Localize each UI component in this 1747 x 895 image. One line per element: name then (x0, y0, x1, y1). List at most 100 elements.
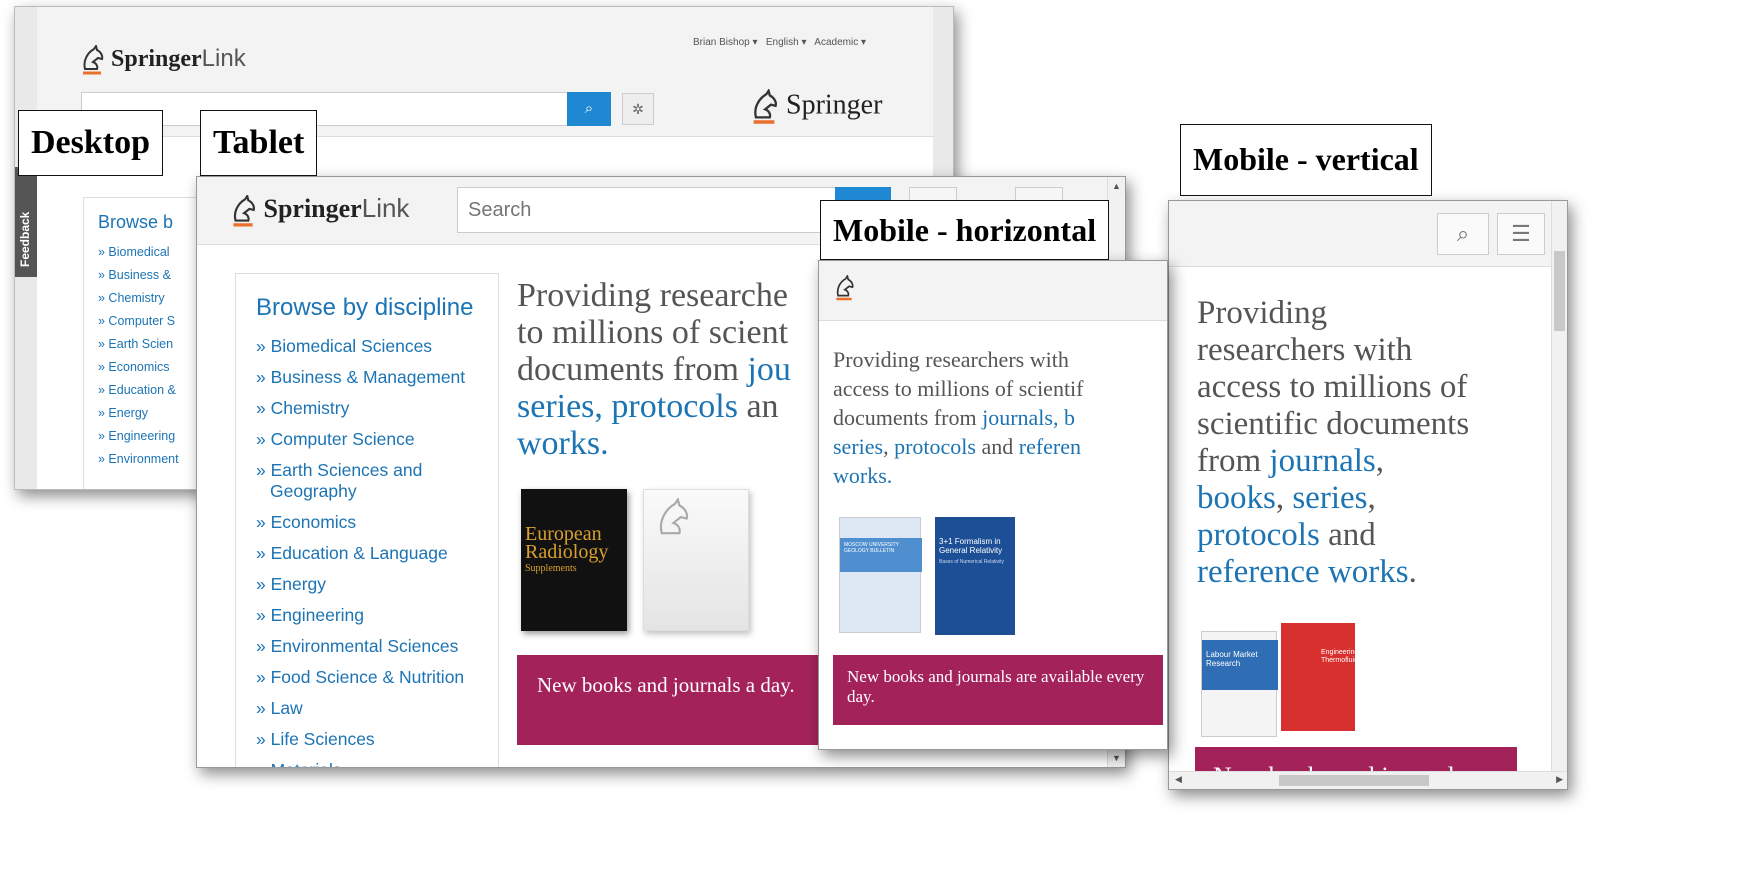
feedback-tab[interactable]: Feedback (15, 167, 37, 277)
discipline-link[interactable]: » Business & Management (256, 367, 478, 388)
scroll-right-icon[interactable]: ▶ (1556, 774, 1563, 785)
tagline-line: Providing researchers with (833, 347, 1069, 372)
tagline-text: documents from (833, 405, 983, 430)
placeholder-cover[interactable] (643, 489, 749, 631)
mobile-horizontal-window: Providing researchers with access to mil… (818, 260, 1168, 750)
cover-title: MOSCOW UNIVERSITY GEOLOGY BULLETIN (844, 542, 899, 554)
cover-title: Engineering Thermofluids (1321, 649, 1362, 664)
mv-search-button[interactable]: ⌕ (1437, 213, 1489, 255)
horse-placeholder-icon (659, 498, 689, 535)
scroll-down-icon[interactable]: ▼ (1112, 753, 1121, 763)
protocols-link[interactable]: protocols (611, 388, 738, 425)
horse-logo-icon (83, 45, 104, 75)
scroll-left-icon[interactable]: ◀ (1175, 774, 1182, 785)
tagline-line: reference works. (1197, 554, 1469, 591)
protocols-link[interactable]: protocols (1197, 517, 1320, 553)
cover-subtitle: Bases of Numerical Relativity (939, 559, 1005, 565)
reference-link[interactable]: referen (1019, 434, 1081, 459)
search-icon: ⌕ (1456, 221, 1470, 246)
series-link[interactable]: series, (517, 388, 611, 425)
tagline-line: to millions of scient (517, 314, 789, 351)
journals-link[interactable]: journals (1269, 443, 1375, 479)
discipline-link[interactable]: » Education & Language (256, 543, 478, 564)
mh-tagline: Providing researchers with access to mil… (833, 345, 1084, 490)
desktop-search-button[interactable]: ⌕ (567, 92, 611, 126)
discipline-link[interactable]: » Materials (256, 760, 478, 767)
brand-word: Springer (111, 46, 202, 72)
user-name[interactable]: Brian Bishop (693, 37, 750, 48)
discipline-link[interactable]: » Biomedical Sciences (256, 336, 478, 357)
mv-menu-button[interactable]: ☰ (1497, 213, 1545, 255)
discipline-link[interactable]: » Earth Sciences and Geography (256, 460, 478, 502)
scroll-up-icon[interactable]: ▲ (1112, 181, 1121, 191)
chevron-down-icon: ▾ (860, 37, 866, 48)
feedback-label: Feedback (18, 211, 32, 267)
horse-logo-icon (233, 195, 255, 227)
journal-cover[interactable]: European Radiology Supplements (521, 489, 627, 631)
discipline-link[interactable]: » Energy (256, 574, 478, 595)
mv-hscrollbar[interactable]: ◀ ▶ (1169, 771, 1567, 789)
desktop-settings-button[interactable]: ✲ (622, 93, 654, 125)
tagline-line: documents from jou (517, 351, 791, 388)
brand-link: Link (361, 193, 410, 223)
label-mobile-horizontal: Mobile - horizontal (820, 200, 1110, 260)
banner-text: New books and journals are available eve… (847, 667, 1145, 706)
chevron-down-icon: ▾ (752, 37, 758, 48)
tagline-text: an (737, 388, 779, 425)
tagline-line: scientific documents (1197, 406, 1470, 442)
tablet-logo[interactable]: SpringerLink (229, 193, 409, 227)
tagline-line: from journals, (1197, 443, 1469, 480)
banner-text: New books and journals a day. (537, 673, 795, 697)
discipline-link[interactable]: » Economics (256, 512, 478, 533)
label-desktop: Desktop (18, 110, 164, 176)
mv-scrollbar[interactable] (1551, 201, 1567, 789)
tagline-text: , (1375, 443, 1384, 479)
book-cover[interactable]: 3+1 Formalism in General Relativity Base… (935, 517, 1015, 635)
series-link[interactable]: series (1292, 480, 1367, 516)
journal-cover[interactable]: MOSCOW UNIVERSITY GEOLOGY BULLETIN (839, 517, 922, 633)
search-icon: ⌕ (584, 100, 594, 117)
browse-heading: Browse by discipline (256, 294, 474, 321)
springer-logo-text: Springer (786, 89, 883, 121)
works-link[interactable]: works. (517, 425, 791, 462)
springer-logo: Springer (749, 89, 882, 125)
scroll-thumb[interactable] (1554, 251, 1565, 331)
journals-link[interactable]: jou (747, 351, 790, 388)
language-menu[interactable]: English (766, 37, 799, 48)
discipline-link[interactable]: » Law (256, 698, 478, 719)
label-mobile-vertical: Mobile - vertical (1180, 124, 1432, 196)
discipline-link[interactable]: » Computer Science (256, 429, 478, 450)
tablet-tagline: Providing researche to millions of scien… (517, 277, 791, 462)
tablet-news-banner[interactable]: New books and journals a day. (517, 655, 827, 745)
tagline-line: access to millions of scientif (833, 376, 1084, 401)
reference-works-link[interactable]: reference works (1197, 554, 1409, 590)
tablet-browse-panel: Browse by discipline » Biomedical Scienc… (235, 273, 499, 767)
mh-header (819, 261, 1167, 321)
works-link[interactable]: works. (833, 461, 1084, 490)
mh-news-banner[interactable]: New books and journals are available eve… (833, 655, 1163, 725)
tablet-search-input[interactable] (457, 187, 837, 233)
desktop-logo[interactable]: SpringerLink (79, 45, 246, 75)
book-cover[interactable]: Engineering Thermofluids (1281, 623, 1362, 731)
books-link[interactable]: books (1197, 480, 1276, 516)
tagline-text: . (1408, 554, 1417, 590)
book-cover[interactable]: Labour Market Research (1201, 631, 1278, 737)
cover-title: Labour Market Research (1206, 650, 1258, 668)
label-tablet: Tablet (200, 110, 318, 176)
cover-title: European Radiology (525, 523, 609, 563)
tagline-line: access to millions of (1197, 369, 1468, 405)
mobile-vertical-window: ⌕ ☰ Providing researchers with access to… (1168, 200, 1568, 790)
protocols-link[interactable]: protocols (894, 434, 976, 459)
series-link[interactable]: series (833, 434, 883, 459)
discipline-link[interactable]: » Engineering (256, 605, 478, 626)
tagline-line: documents from journals, b (833, 403, 1084, 432)
scroll-thumb[interactable] (1279, 775, 1429, 786)
account-menu[interactable]: Academic (814, 37, 858, 48)
discipline-link[interactable]: » Chemistry (256, 398, 478, 419)
horse-logo-icon[interactable] (833, 275, 855, 301)
journals-link[interactable]: journals (982, 405, 1053, 430)
discipline-link[interactable]: » Environmental Sciences (256, 636, 478, 657)
user-menu[interactable]: Brian Bishop ▾ English ▾ Academic ▾ (693, 37, 866, 48)
discipline-link[interactable]: » Life Sciences (256, 729, 478, 750)
discipline-link[interactable]: » Food Science & Nutrition (256, 667, 478, 688)
